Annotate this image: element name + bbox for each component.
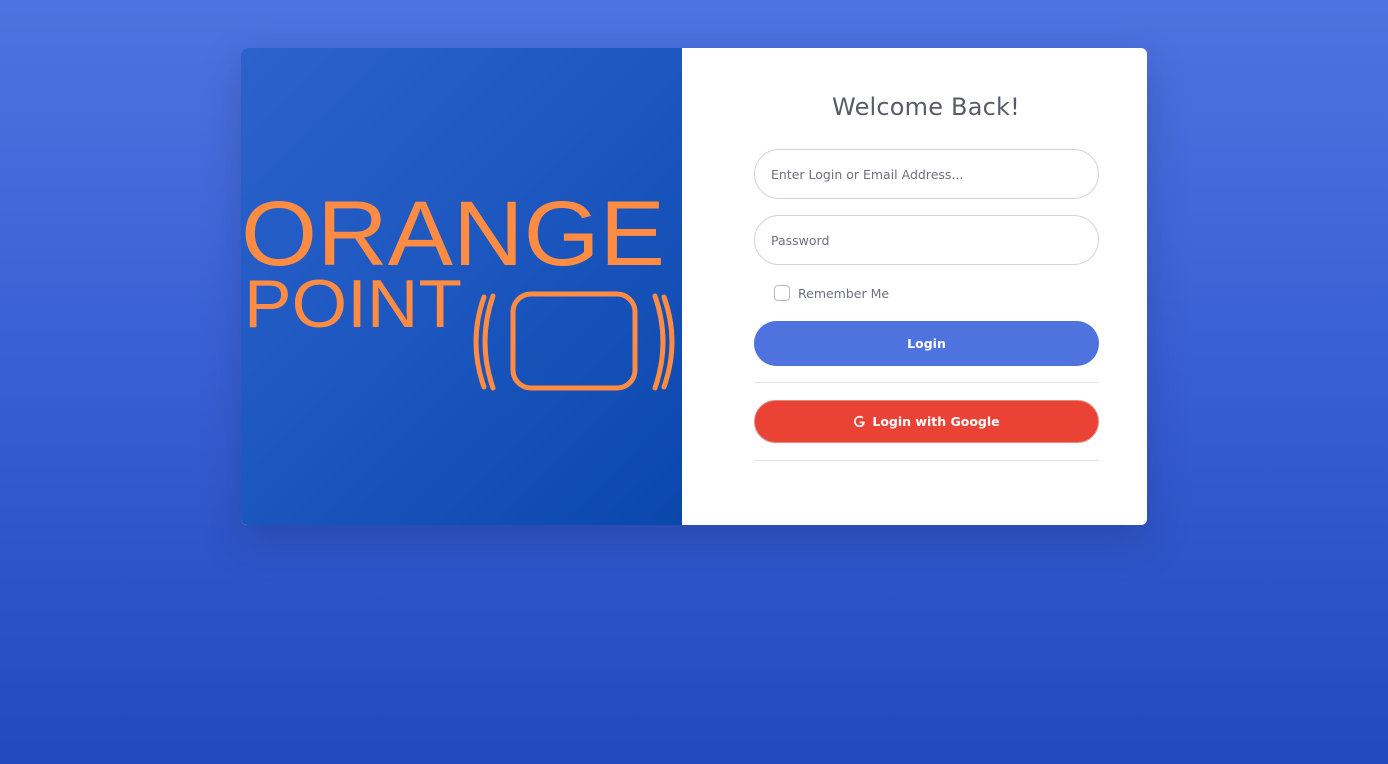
remember-me-label[interactable]: Remember Me — [798, 286, 889, 301]
remember-me-checkbox[interactable] — [774, 285, 790, 301]
welcome-heading: Welcome Back! — [832, 93, 1020, 121]
divider — [754, 460, 1099, 461]
divider — [754, 382, 1099, 383]
email-input[interactable] — [754, 149, 1099, 199]
logo-signal-icon — [473, 291, 675, 391]
brand-panel: ORANGE POINT — [241, 48, 682, 525]
login-button[interactable]: Login — [754, 321, 1099, 366]
remember-me-row[interactable]: Remember Me — [774, 285, 889, 301]
google-login-label: Login with Google — [872, 414, 1000, 429]
password-input[interactable] — [754, 215, 1099, 265]
login-button-label: Login — [907, 336, 946, 351]
google-login-button[interactable]: Login with Google — [754, 400, 1099, 443]
brand-logo: ORANGE POINT — [241, 183, 675, 391]
login-card: ORANGE POINT Welcome Back! Remember Me — [241, 48, 1147, 525]
logo-text-point: POINT — [244, 266, 462, 342]
login-form-panel: Welcome Back! Remember Me Login Login wi… — [682, 48, 1147, 525]
google-icon — [854, 415, 866, 428]
